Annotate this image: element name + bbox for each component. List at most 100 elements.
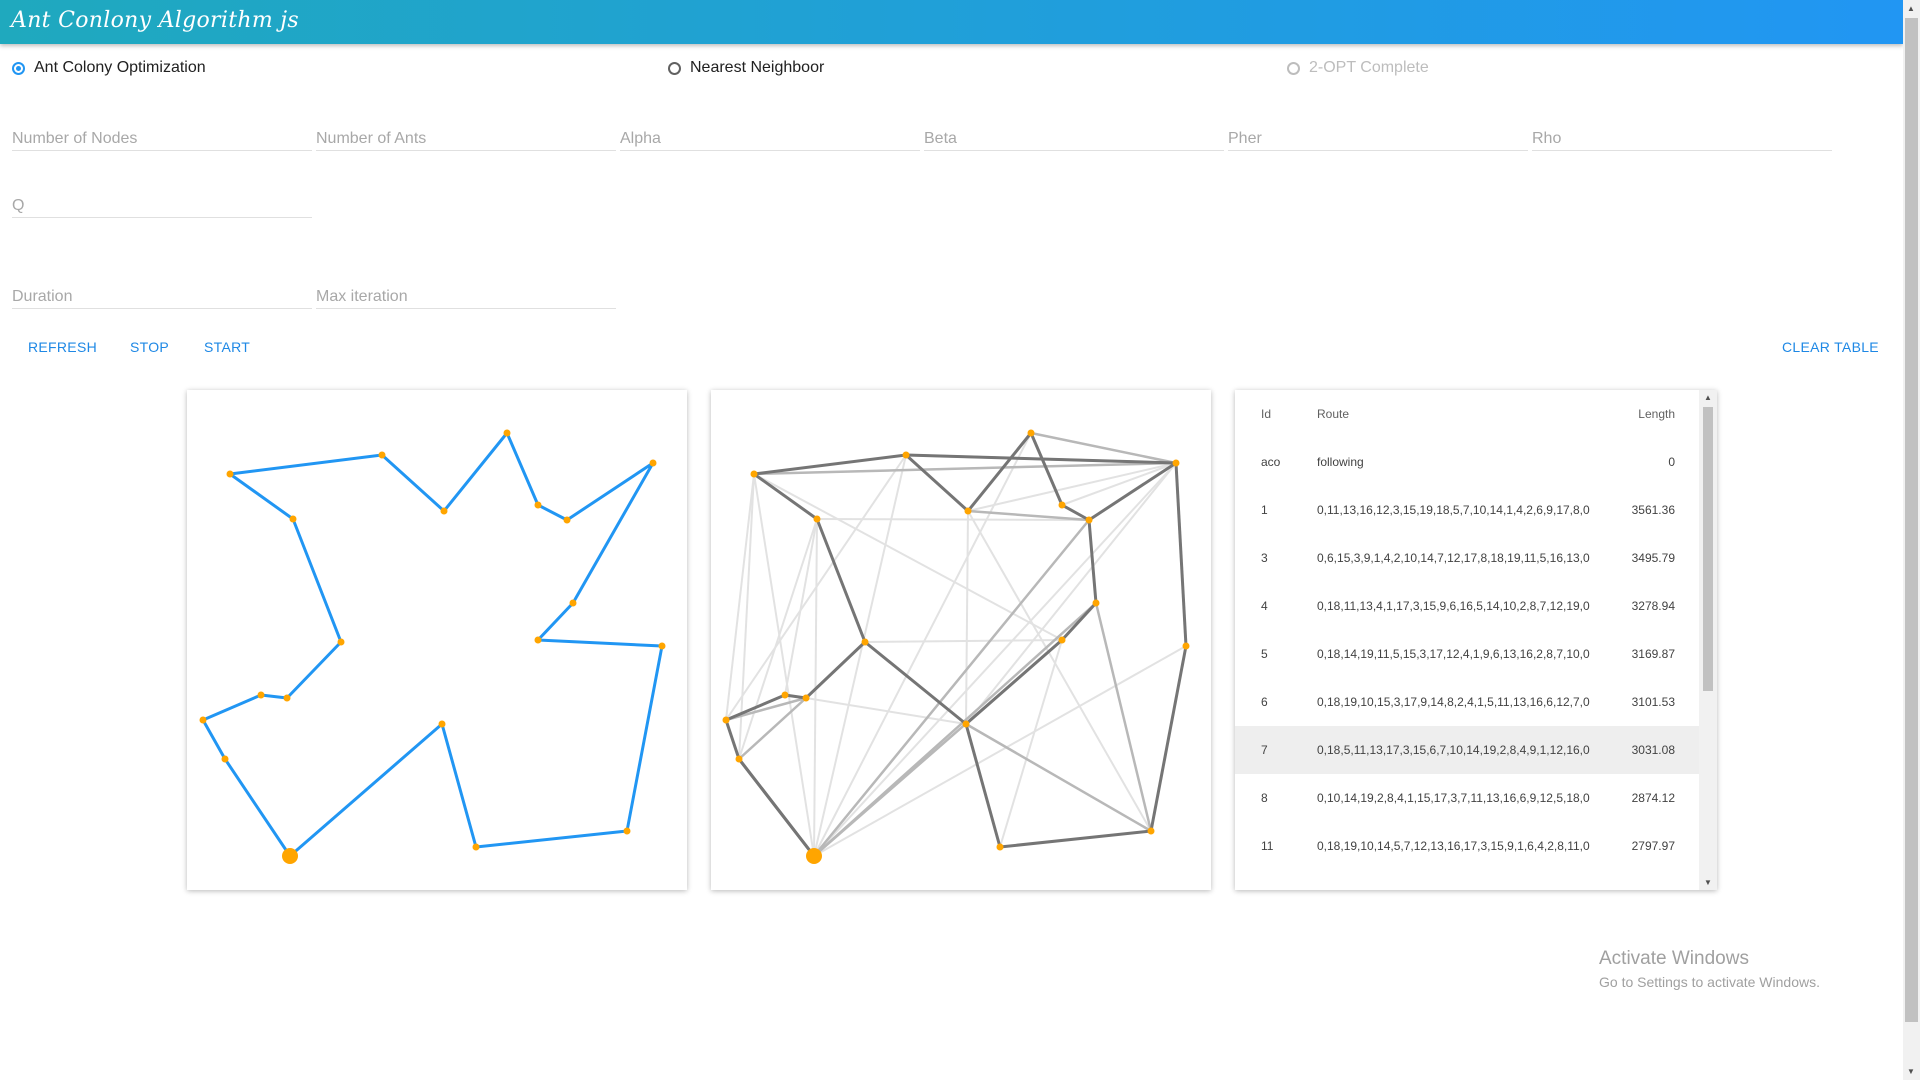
app-bar: Ant Conlony Algorithm js xyxy=(0,0,1903,44)
duration-field xyxy=(12,279,312,309)
table-scrollbar[interactable]: ▲ ▼ xyxy=(1699,390,1717,890)
city-node xyxy=(1182,642,1190,650)
pheromone-edge xyxy=(724,719,741,760)
table-row[interactable]: 8 0,10,14,19,2,8,4,1,15,17,3,7,11,13,16,6… xyxy=(1235,774,1699,822)
cell-id: 7 xyxy=(1261,743,1268,757)
ants-input[interactable] xyxy=(316,130,616,148)
scroll-up-icon[interactable]: ▲ xyxy=(1704,393,1712,402)
stop-button[interactable]: STOP xyxy=(130,339,169,355)
table-header-row: Id Route Length xyxy=(1235,390,1699,438)
city-node xyxy=(1092,599,1100,607)
pheromone-edge xyxy=(813,454,907,857)
radio-ant-colony[interactable]: Ant Colony Optimization xyxy=(12,57,206,79)
pheromone-canvas-card xyxy=(711,390,1211,890)
routes-table: Id Route Length aco following 0 1 0,11,13,16… xyxy=(1235,390,1717,890)
pheromone-edge xyxy=(813,432,1032,857)
cell-id: 5 xyxy=(1261,647,1268,661)
radio-2opt-complete: 2-OPT Complete xyxy=(1287,57,1429,79)
city-node xyxy=(623,827,631,835)
city-node xyxy=(902,451,910,459)
page-scroll-up-icon[interactable]: ▲ xyxy=(1907,4,1915,13)
cell-id: 4 xyxy=(1261,599,1268,613)
cell-length: 3101.53 xyxy=(1631,695,1675,709)
pheromone-canvas xyxy=(722,429,1190,864)
city-node xyxy=(221,755,229,763)
tour-canvas-card xyxy=(187,390,687,890)
cell-route: following xyxy=(1317,455,1364,469)
radio-label: Nearest Neighboor xyxy=(690,59,825,76)
table-row[interactable]: 4 0,18,11,13,4,1,17,3,15,9,6,16,5,14,10,2… xyxy=(1235,582,1699,630)
city-node xyxy=(226,470,234,478)
header-route: Route xyxy=(1317,407,1350,421)
header-length: Length xyxy=(1638,407,1675,421)
city-node xyxy=(472,843,480,851)
table-row[interactable]: 1 0,11,13,16,12,3,15,19,18,5,7,10,14,1,4,… xyxy=(1235,486,1699,534)
cell-route: 0,18,19,10,14,5,7,12,13,16,17,3,15,9,1,6… xyxy=(1317,839,1590,853)
cell-route: 0,18,14,19,11,5,15,3,17,12,4,1,9,6,13,16… xyxy=(1317,647,1590,661)
city-node xyxy=(337,638,345,646)
city-node xyxy=(861,638,869,646)
city-node xyxy=(1085,516,1093,524)
city-node xyxy=(378,451,386,459)
beta-input[interactable] xyxy=(924,130,1224,148)
table-row[interactable]: 6 0,18,19,10,15,3,17,9,14,8,2,4,1,5,11,13… xyxy=(1235,678,1699,726)
table-row[interactable]: 5 0,18,14,19,11,5,15,3,17,12,4,1,9,6,13,1… xyxy=(1235,630,1699,678)
city-node xyxy=(802,694,810,702)
pheromone-edge xyxy=(1174,462,1188,647)
cell-route: 0,18,11,13,4,1,17,3,15,9,6,16,5,14,10,2,… xyxy=(1317,599,1590,613)
cell-id: 6 xyxy=(1261,695,1268,709)
city-node xyxy=(813,515,821,523)
page-scrollbar[interactable]: ▲ ▼ xyxy=(1903,0,1920,1080)
start-node xyxy=(806,848,822,864)
start-button[interactable]: START xyxy=(204,339,250,355)
city-node xyxy=(1058,636,1066,644)
cell-route: 0,6,15,3,9,1,4,2,10,14,7,12,17,8,18,19,1… xyxy=(1317,551,1590,565)
city-node xyxy=(735,755,743,763)
alpha-input[interactable] xyxy=(620,130,920,148)
city-node xyxy=(1027,429,1035,437)
radio-icon xyxy=(1287,61,1300,75)
city-node xyxy=(1147,827,1155,835)
cell-length: 3278.94 xyxy=(1631,599,1675,613)
city-node xyxy=(1058,501,1066,509)
cell-route: 0,10,14,19,2,8,4,1,15,17,3,7,11,13,16,6,… xyxy=(1317,791,1590,805)
scroll-thumb[interactable] xyxy=(1703,407,1713,691)
city-node xyxy=(440,507,448,515)
alpha-field xyxy=(620,121,920,151)
max-iteration-input[interactable] xyxy=(316,288,616,306)
cell-length: 3169.87 xyxy=(1631,647,1675,661)
radio-icon xyxy=(668,61,681,75)
q-input[interactable] xyxy=(12,197,312,215)
scroll-down-icon[interactable]: ▼ xyxy=(1704,878,1712,887)
rho-input[interactable] xyxy=(1532,130,1832,148)
page-scroll-down-icon[interactable]: ▼ xyxy=(1907,1067,1915,1076)
pheromone-edge xyxy=(813,462,1177,857)
windows-activation-watermark: Activate Windows Go to Settings to activ… xyxy=(1599,948,1820,990)
city-node xyxy=(534,501,542,509)
pheromone-edge xyxy=(725,473,755,721)
refresh-button[interactable]: REFRESH xyxy=(28,339,97,355)
table-row[interactable]: aco following 0 xyxy=(1235,438,1699,486)
pheromone-edge xyxy=(964,723,1002,848)
nodes-input[interactable] xyxy=(12,130,312,148)
tour-path xyxy=(201,431,664,858)
radio-nearest-neighboor[interactable]: Nearest Neighboor xyxy=(668,57,824,79)
header-id: Id xyxy=(1261,407,1272,421)
pher-input[interactable] xyxy=(1228,130,1528,148)
pheromone-edge xyxy=(965,510,969,725)
table-row[interactable]: 7 0,18,5,11,13,17,3,15,6,7,10,14,19,2,8,4… xyxy=(1235,726,1699,774)
watermark-title: Activate Windows xyxy=(1599,948,1749,969)
cell-route: 0,11,13,16,12,3,15,19,18,5,7,10,14,1,4,2… xyxy=(1317,503,1590,517)
cell-length: 3561.36 xyxy=(1631,503,1675,517)
city-node xyxy=(534,636,542,644)
pheromone-edge xyxy=(816,518,1090,521)
city-node xyxy=(1172,459,1180,467)
city-node xyxy=(781,691,789,699)
table-row[interactable]: 3 0,6,15,3,9,1,4,2,10,14,7,12,17,8,18,19,… xyxy=(1235,534,1699,582)
page-scroll-thumb[interactable] xyxy=(1905,18,1918,1022)
pheromone-edge xyxy=(904,453,970,513)
city-node xyxy=(996,843,1004,851)
duration-input[interactable] xyxy=(12,288,312,306)
table-row[interactable]: 11 0,18,19,10,14,5,7,12,13,16,17,3,15,9,1… xyxy=(1235,822,1699,870)
clear-table-button[interactable]: CLEAR TABLE xyxy=(1782,339,1879,355)
